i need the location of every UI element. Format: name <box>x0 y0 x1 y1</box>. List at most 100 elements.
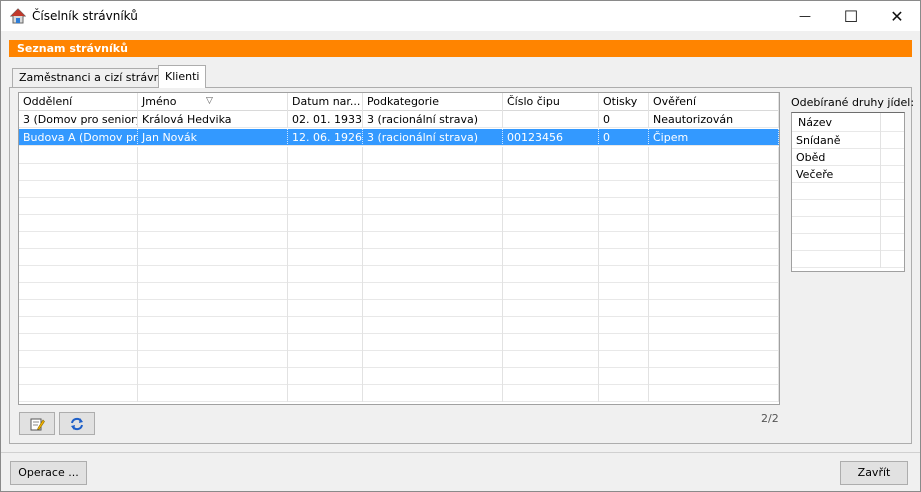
empty-cell <box>138 368 288 385</box>
tab-clients[interactable]: Klienti <box>158 65 207 88</box>
list-item[interactable]: Večeře <box>792 166 904 183</box>
empty-row <box>792 217 904 234</box>
empty-cell <box>503 147 599 164</box>
empty-cell <box>288 334 363 351</box>
column-header-meal-name[interactable]: Název <box>792 113 881 132</box>
empty-cell <box>599 334 649 351</box>
empty-cell <box>138 266 288 283</box>
empty-cell <box>19 147 138 164</box>
close-button[interactable]: Zavřít <box>840 461 908 485</box>
empty-cell <box>503 164 599 181</box>
empty-cell <box>288 300 363 317</box>
column-header-subcategory[interactable]: Podkategorie <box>363 93 503 111</box>
empty-cell <box>138 147 288 164</box>
empty-row <box>19 351 779 368</box>
empty-cell <box>503 181 599 198</box>
edit-button[interactable] <box>19 412 55 435</box>
column-header-chip-number[interactable]: Číslo čipu <box>503 93 599 111</box>
meal-types-header: Název <box>792 113 904 132</box>
empty-cell <box>138 334 288 351</box>
column-header-name[interactable]: Jméno <box>138 93 288 111</box>
house-icon <box>10 8 26 24</box>
empty-cell <box>503 385 599 402</box>
empty-row <box>792 183 904 200</box>
empty-cell <box>138 164 288 181</box>
empty-cell <box>138 215 288 232</box>
empty-cell <box>649 249 779 266</box>
empty-cell <box>288 266 363 283</box>
empty-cell <box>649 232 779 249</box>
empty-row <box>19 198 779 215</box>
empty-row <box>19 249 779 266</box>
empty-cell <box>19 385 138 402</box>
empty-cell <box>599 232 649 249</box>
empty-cell <box>503 317 599 334</box>
sort-descending-icon: ▽ <box>206 96 213 106</box>
table-row-selected[interactable]: Budova A (Domov pr... Jan Novák 12. 06. … <box>19 129 779 146</box>
page-counter: 2/2 <box>761 412 779 425</box>
minimize-button[interactable]: — <box>782 1 828 31</box>
meal-extra <box>881 166 904 183</box>
meal-types-label: Odebírané druhy jídel: <box>791 96 915 109</box>
empty-cell <box>792 183 881 200</box>
empty-cell <box>649 385 779 402</box>
column-header-department[interactable]: Oddělení <box>19 93 138 111</box>
empty-cell <box>792 200 881 217</box>
empty-cell <box>503 215 599 232</box>
title-bar[interactable]: Číselník strávníků — ☐ ✕ <box>1 1 920 31</box>
cell-department: Budova A (Domov pr... <box>19 129 138 146</box>
meal-types-grid[interactable]: Název Snídaně Oběd Večeře <box>791 112 905 272</box>
empty-cell <box>649 283 779 300</box>
cell-birth-date: 02. 01. 1933 <box>288 111 363 128</box>
close-window-button[interactable]: ✕ <box>874 1 920 31</box>
empty-row <box>19 368 779 385</box>
column-header-verification[interactable]: Ověření <box>649 93 779 111</box>
empty-cell <box>649 334 779 351</box>
empty-cell <box>19 317 138 334</box>
empty-cell <box>138 385 288 402</box>
list-item[interactable]: Oběd <box>792 149 904 166</box>
empty-cell <box>19 215 138 232</box>
tab-employees[interactable]: Zaměstnanci a cizí strávníci <box>12 68 180 87</box>
empty-cell <box>881 183 904 200</box>
empty-cell <box>138 232 288 249</box>
empty-cell <box>792 251 881 268</box>
empty-cell <box>649 215 779 232</box>
empty-cell <box>649 164 779 181</box>
empty-cell <box>503 266 599 283</box>
refresh-button[interactable] <box>59 412 95 435</box>
empty-cell <box>19 164 138 181</box>
empty-cell <box>138 351 288 368</box>
empty-cell <box>19 351 138 368</box>
empty-cell <box>363 164 503 181</box>
operations-button[interactable]: Operace ... <box>10 461 87 485</box>
empty-cell <box>19 368 138 385</box>
empty-cell <box>19 249 138 266</box>
empty-row <box>19 232 779 249</box>
empty-cell <box>649 351 779 368</box>
empty-cell <box>138 249 288 266</box>
meal-extra <box>881 132 904 149</box>
empty-cell <box>599 283 649 300</box>
empty-cell <box>363 249 503 266</box>
list-item[interactable]: Snídaně <box>792 132 904 149</box>
empty-cell <box>363 215 503 232</box>
empty-cell <box>881 234 904 251</box>
table-row[interactable]: 3 (Domov pro seniory) Králová Hedvika 02… <box>19 111 779 128</box>
empty-row <box>19 300 779 317</box>
empty-cell <box>363 385 503 402</box>
cell-subcategory: 3 (racionální strava) <box>363 111 503 128</box>
empty-cell <box>881 217 904 234</box>
maximize-button[interactable]: ☐ <box>828 1 874 31</box>
empty-cell <box>649 181 779 198</box>
empty-cell <box>288 232 363 249</box>
empty-cell <box>503 249 599 266</box>
clients-grid[interactable]: Oddělení Jméno Datum nar... Podkategorie… <box>18 92 780 405</box>
empty-row <box>19 147 779 164</box>
cell-department: 3 (Domov pro seniory) <box>19 111 138 128</box>
column-header-birth-date[interactable]: Datum nar... <box>288 93 363 111</box>
empty-cell <box>363 266 503 283</box>
empty-cell <box>19 198 138 215</box>
empty-cell <box>288 164 363 181</box>
column-header-fingerprints[interactable]: Otisky <box>599 93 649 111</box>
